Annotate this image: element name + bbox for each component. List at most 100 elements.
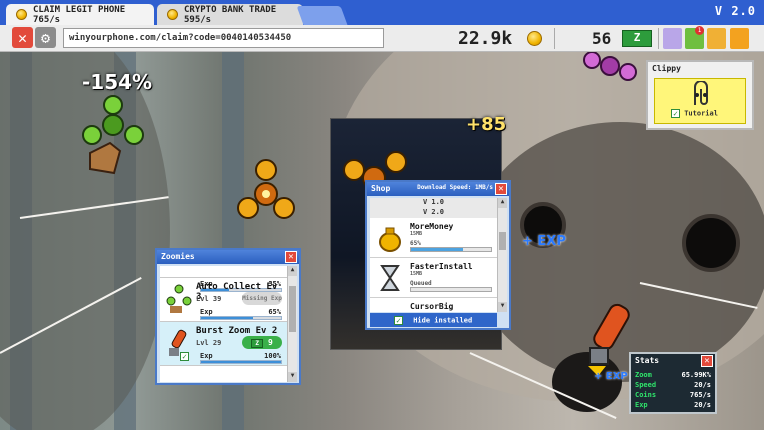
close-icon: ✕ xyxy=(17,28,28,47)
scroll-down-icon[interactable]: ▼ xyxy=(288,372,297,382)
list-item[interactable]: FasterInstall 15MB Queued xyxy=(370,258,497,298)
exp-label: Exp xyxy=(200,352,213,360)
tab-strip: CLAIM LEGIT PHONE 765/s CRYPTO BANK TRAD… xyxy=(0,0,764,25)
download-speed: Download Speed: 1MB/s xyxy=(417,184,493,191)
stats-title-text: Stats xyxy=(635,356,660,365)
zoom-currency-icon: Z xyxy=(251,339,264,348)
version-row[interactable]: V 2.0 xyxy=(370,208,497,218)
checkbox-icon: ✓ xyxy=(180,352,189,361)
bottle-icon[interactable] xyxy=(663,28,682,49)
tab-label: CLAIM LEGIT PHONE 765/s xyxy=(33,4,126,25)
hide-installed-toggle[interactable]: ✓ Hide installed xyxy=(370,313,497,327)
stats-table: Zoom 65.99K% Speed 20/s Coins 765/s Exp 20/s xyxy=(631,368,715,411)
scrollbar[interactable]: ▲ ▼ xyxy=(497,198,507,312)
percent-float-text: -154% xyxy=(82,70,153,94)
upgrade-level: Lvl 29 xyxy=(196,339,222,347)
shop-item-size: 15MB xyxy=(410,231,423,237)
url-bar[interactable]: winyourphone.com/claim?code=004014053445… xyxy=(63,28,384,48)
list-item[interactable]: Auto Collect Ev 3 Lvl 39 Missing Exp Exp… xyxy=(160,278,287,322)
coin-counter: 22.9k xyxy=(458,28,513,49)
zoomies-window: Zoomies ✕ Exp 35% Auto Collect Ev 3 Lvl … xyxy=(155,248,301,385)
stat-value: 20/s xyxy=(694,381,711,389)
shop-bag-icon[interactable] xyxy=(707,28,726,49)
shop-item-name: MoreMoney xyxy=(410,222,454,231)
checkbox-icon: ✓ xyxy=(394,316,403,325)
toolbar: ✕ ⚙ winyourphone.com/claim?code=00401405… xyxy=(0,25,764,52)
scroll-thumb[interactable] xyxy=(499,232,506,250)
list-item[interactable]: CursorBig xyxy=(370,298,497,312)
tab-label: CRYPTO BANK TRADE 595/s xyxy=(184,4,277,25)
list-item[interactable]: Burst Zoom Ev 2 Lvl 29 Z 9 ✓ Exp 100% xyxy=(160,322,287,366)
stat-value: 20/s xyxy=(694,401,711,409)
close-icon: ✕ xyxy=(288,252,294,262)
stats-title: Stats ✕ xyxy=(631,354,715,368)
close-icon: ✕ xyxy=(704,356,710,366)
notification-badge: 1 xyxy=(695,26,704,35)
exp-float-text: + EXP xyxy=(522,234,566,249)
paperclip-icon xyxy=(694,81,708,105)
stat-label: Coins xyxy=(635,391,657,399)
clippy-window: Clippy ✓ Tutorial xyxy=(646,60,754,130)
shop-title-text: Shop xyxy=(371,184,391,193)
zoomies-list: Exp 35% Auto Collect Ev 3 Lvl 39 Missing… xyxy=(160,266,287,382)
clippy-title: Clippy xyxy=(648,62,752,76)
clippy-panel: ✓ Tutorial xyxy=(654,78,746,124)
tutorial-label: Tutorial xyxy=(684,109,718,118)
shop-item-name: FasterInstall xyxy=(410,262,473,271)
shop-item-name: CursorBig xyxy=(410,302,454,311)
scroll-up-icon[interactable]: ▲ xyxy=(498,198,507,208)
coin-icon xyxy=(16,9,27,20)
upgrade-cost: 9 xyxy=(268,338,273,347)
hide-installed-label: Hide installed xyxy=(413,316,473,325)
exp-float-text: + EXP xyxy=(594,371,628,382)
close-button[interactable]: ✕ xyxy=(12,27,33,48)
fidget-spinner-orange[interactable] xyxy=(236,158,296,226)
close-button[interactable]: ✕ xyxy=(495,183,507,195)
scrollbar[interactable]: ▲ ▼ xyxy=(287,266,297,382)
trophy-icon[interactable] xyxy=(730,28,749,49)
list-item[interactable]: MoreMoney 15MB 65% xyxy=(370,218,497,258)
close-icon: ✕ xyxy=(498,184,504,194)
shop-item-status: 65% xyxy=(410,240,421,247)
exp-percent: 100% xyxy=(264,352,281,360)
scroll-thumb[interactable] xyxy=(289,286,296,332)
exp-label: Exp xyxy=(200,308,213,316)
shop-list: V 1.0 V 2.0 MoreMoney 15MB 65% FasterIns… xyxy=(370,198,497,312)
stat-label: Zoom xyxy=(635,371,652,379)
stat-row: Zoom 65.99K% xyxy=(631,371,715,381)
tab-crypto-bank-trade[interactable]: CRYPTO BANK TRADE 595/s xyxy=(157,4,303,25)
download-progress-bar xyxy=(410,287,492,292)
shop-item-status: Queued xyxy=(410,280,432,287)
fidget-spinner-icon xyxy=(166,284,192,313)
stat-row: Exp 20/s xyxy=(631,401,715,411)
new-tab-button[interactable] xyxy=(296,6,348,25)
tab-claim-legit-phone[interactable]: CLAIM LEGIT PHONE 765/s xyxy=(6,4,154,25)
stat-label: Exp xyxy=(635,401,648,409)
tutorial-toggle[interactable]: ✓ Tutorial xyxy=(671,109,718,118)
checkbox-icon: ✓ xyxy=(671,109,680,118)
zoomies-title: Zoomies ✕ xyxy=(157,250,299,264)
settings-button[interactable]: ⚙ xyxy=(35,27,56,48)
close-button[interactable]: ✕ xyxy=(285,251,297,263)
version-label: V 2.0 xyxy=(714,4,756,18)
missing-exp-button[interactable]: Missing Exp xyxy=(242,292,282,305)
exp-progress-bar xyxy=(200,360,282,364)
coin-icon xyxy=(167,9,178,20)
fidget-spinner-green[interactable] xyxy=(80,93,146,177)
list-item[interactable]: Exp 35% xyxy=(160,266,287,292)
scroll-up-icon[interactable]: ▲ xyxy=(288,266,297,276)
stat-value: 65.99K% xyxy=(681,371,711,379)
upgrade-level: Lvl 39 xyxy=(196,295,222,303)
fidget-spinner-pink[interactable] xyxy=(580,52,640,86)
divider xyxy=(658,28,659,49)
upgrade-button[interactable]: Z 9 xyxy=(242,336,282,349)
shop-item-size: 15MB xyxy=(410,271,423,277)
scroll-down-icon[interactable]: ▼ xyxy=(498,302,507,312)
close-button[interactable]: ✕ xyxy=(701,355,713,367)
stat-label: Speed xyxy=(635,381,657,389)
version-row[interactable]: V 1.0 xyxy=(370,198,497,208)
stats-window: Stats ✕ Zoom 65.99K% Speed 20/s Coins 765/s… xyxy=(629,352,717,414)
exp-percent: 65% xyxy=(268,308,281,316)
upgrade-name: Burst Zoom Ev 2 xyxy=(196,326,278,336)
exp-progress-bar xyxy=(200,316,282,320)
